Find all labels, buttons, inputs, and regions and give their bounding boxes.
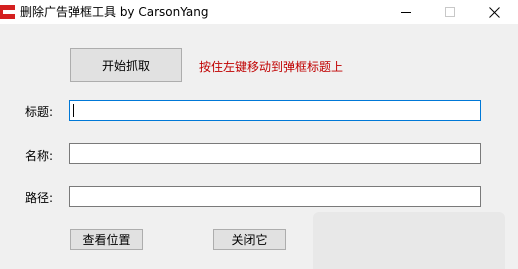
close-button[interactable]: [472, 0, 516, 24]
minimize-button[interactable]: [384, 0, 428, 24]
title-field[interactable]: [69, 100, 481, 121]
locate-button[interactable]: 查看位置: [70, 229, 143, 250]
overlay-panel: [313, 212, 505, 269]
title-bar: 删除广告弹框工具 by CarsonYang: [0, 0, 518, 24]
close-icon: [488, 6, 500, 18]
name-field[interactable]: [69, 143, 481, 164]
start-capture-button[interactable]: 开始抓取: [70, 48, 182, 82]
maximize-button[interactable]: [428, 0, 472, 24]
text-caret: [73, 104, 74, 117]
name-label: 名称:: [25, 149, 54, 163]
drag-hint-text: 按住左键移动到弹框标题上: [199, 60, 344, 74]
window-title: 删除广告弹框工具 by CarsonYang: [20, 5, 209, 19]
maximize-icon: [445, 7, 455, 17]
path-label: 路径:: [25, 191, 54, 205]
minimize-icon: [401, 12, 411, 13]
app-icon: [0, 5, 15, 19]
close-it-button[interactable]: 关闭它: [213, 229, 286, 250]
title-label: 标题:: [25, 105, 54, 119]
path-field[interactable]: [69, 186, 481, 207]
